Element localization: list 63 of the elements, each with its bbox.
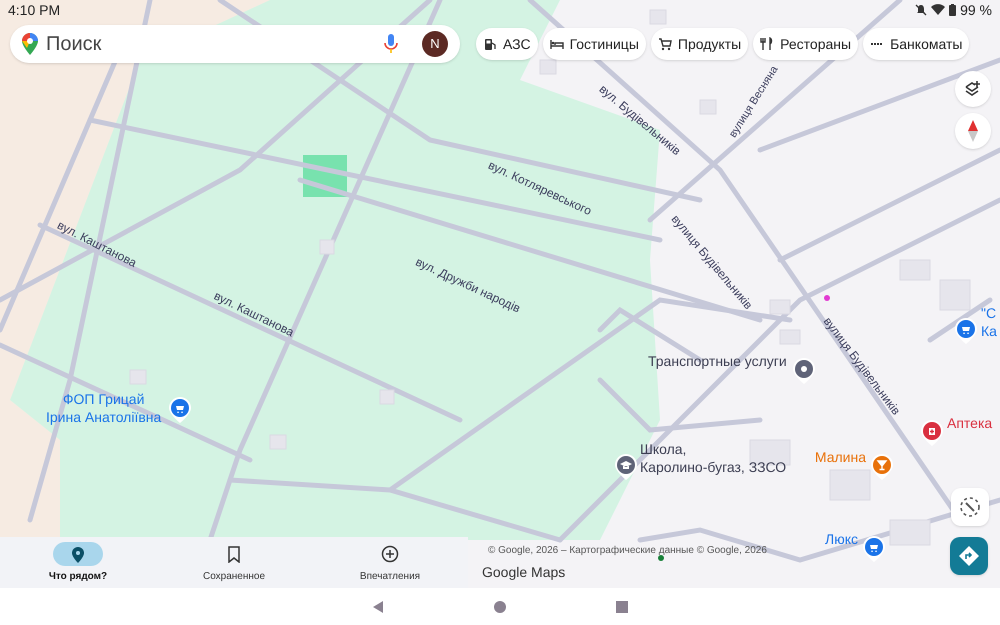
building — [830, 470, 870, 500]
microphone-icon[interactable] — [384, 34, 398, 54]
shop-pin-icon[interactable] — [955, 318, 977, 344]
hotel-icon — [550, 37, 564, 51]
search-bar[interactable]: Поиск N — [10, 25, 460, 63]
place-label[interactable]: Школа, Каролино-бугаз, ЗЗСО — [640, 440, 786, 476]
home-icon[interactable] — [494, 600, 506, 612]
directions-icon — [959, 546, 979, 566]
wifi-icon — [931, 4, 946, 16]
place-label[interactable]: Аптека — [947, 414, 992, 432]
notification-muted-icon — [915, 4, 928, 16]
building — [320, 240, 334, 254]
fuel-icon — [483, 37, 497, 51]
map-attribution: © Google, 2026 – Картографические данные © Google, 2026 — [488, 544, 767, 558]
shop-pin-icon[interactable] — [863, 536, 885, 562]
battery-icon — [949, 4, 956, 16]
location-crosshair-icon — [958, 495, 982, 519]
map-pin-logo-icon — [22, 33, 38, 55]
place-label[interactable]: ФОП Грицай Ірина Анатоліївна — [46, 390, 162, 426]
plus-icon — [381, 544, 399, 562]
building — [130, 370, 146, 384]
back-icon[interactable] — [372, 600, 384, 612]
building — [940, 280, 970, 310]
food-icon — [760, 37, 774, 51]
shop-pin-icon[interactable] — [169, 397, 191, 423]
service-pin-icon[interactable] — [793, 358, 815, 384]
building — [540, 60, 556, 74]
status-time: 4:10 PM — [8, 0, 60, 20]
category-chip[interactable]: Банкоматы — [863, 28, 970, 60]
building — [270, 434, 286, 450]
my-location-button[interactable] — [951, 488, 989, 526]
nav-tab[interactable]: Сохраненное — [156, 537, 312, 588]
place-label[interactable]: Люкс — [825, 530, 858, 548]
place-label[interactable]: "С Ка — [981, 304, 997, 340]
category-chip[interactable]: Продукты — [650, 28, 748, 60]
category-chip[interactable]: Гостиницы — [542, 28, 646, 60]
search-field[interactable]: Поиск — [46, 29, 376, 59]
map-dot — [658, 555, 664, 561]
building — [380, 390, 394, 404]
building — [890, 520, 930, 546]
building — [650, 10, 666, 24]
map-dot — [824, 295, 830, 301]
pin-icon — [69, 544, 87, 562]
layers-icon — [964, 80, 982, 98]
recents-icon[interactable] — [616, 600, 628, 612]
cart-icon — [658, 37, 672, 51]
bar-pin-icon[interactable] — [871, 454, 893, 480]
category-chip[interactable]: Рестораны — [753, 28, 858, 60]
compass-icon — [968, 120, 978, 142]
school-pin-icon[interactable] — [615, 454, 637, 480]
nav-tab[interactable]: Впечатления — [312, 537, 468, 588]
building — [900, 260, 930, 280]
pharmacy-pin-icon[interactable] — [921, 420, 943, 446]
category-chip[interactable]: АЗС — [476, 28, 538, 60]
building — [700, 100, 716, 114]
nav-tab[interactable]: Что рядом? — [0, 537, 156, 588]
directions-button[interactable] — [950, 537, 988, 575]
building — [770, 300, 790, 314]
account-avatar[interactable]: N — [422, 31, 448, 57]
battery-percent: 99 % — [960, 0, 992, 20]
place-label[interactable]: Транспортные услуги — [648, 352, 787, 370]
building — [780, 330, 800, 344]
google-maps-logo: Google Maps — [482, 563, 566, 582]
